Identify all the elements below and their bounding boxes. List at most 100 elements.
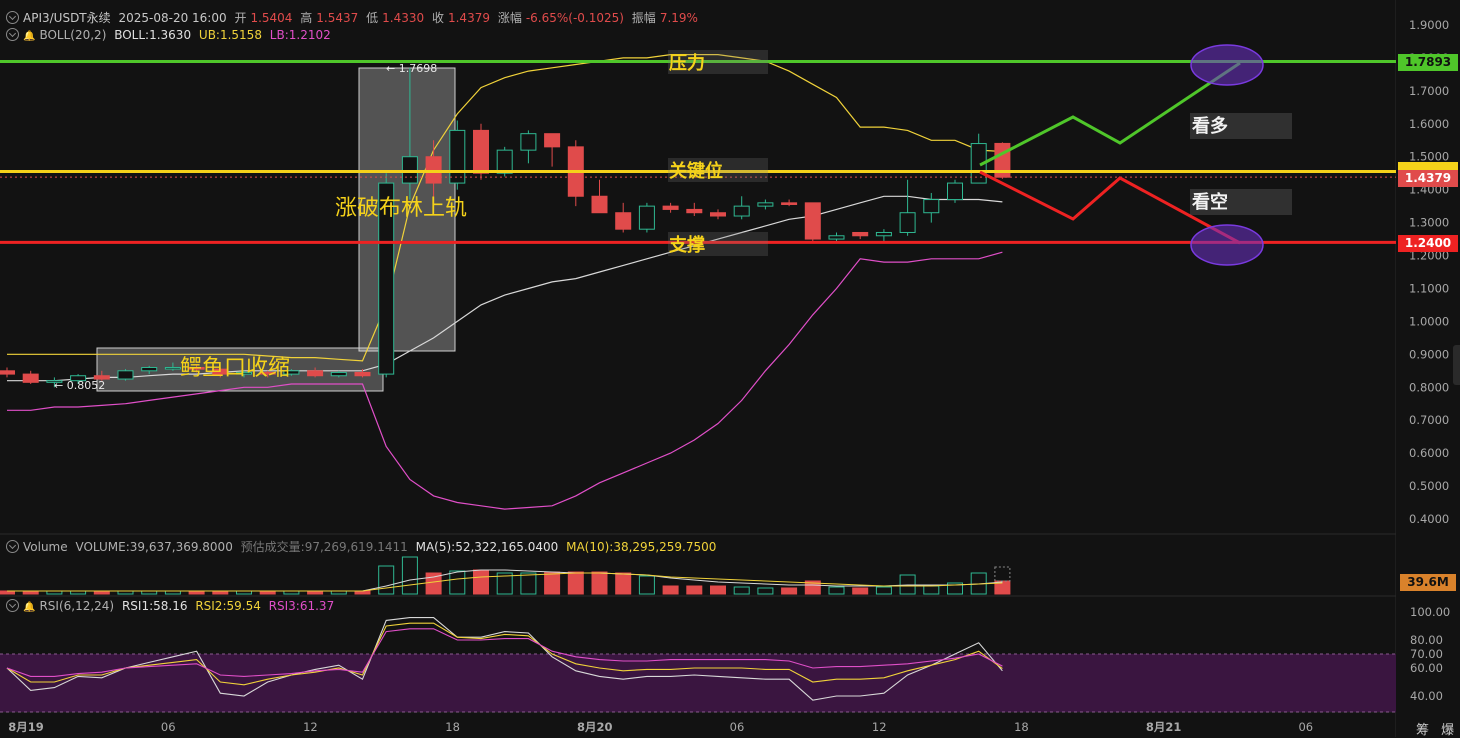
rsi-band (0, 654, 1396, 712)
pair-name: API3/USDT永续 (23, 11, 111, 25)
close-value: 1.4379 (447, 11, 490, 25)
liquidation-button[interactable]: 爆 (1441, 723, 1454, 738)
candle-body (117, 370, 134, 380)
target-ellipse-top (1190, 44, 1264, 86)
candle-body (852, 231, 869, 237)
volume-bar (449, 570, 466, 595)
volume-bar (401, 556, 418, 595)
level-label: 压力 (669, 53, 705, 74)
candle-body (520, 133, 537, 151)
candle-body (686, 208, 703, 214)
candle-body (899, 212, 916, 233)
target-ellipse-bottom (1190, 224, 1264, 266)
boll-name: BOLL(20,2) (39, 28, 107, 42)
volume-bar (544, 571, 561, 595)
amplitude-value: 7.19% (659, 11, 698, 25)
bell-icon[interactable]: 🔔 (23, 31, 35, 42)
key-level-tag-top (1398, 162, 1458, 170)
high-marker: ← 1.7698 (386, 62, 437, 75)
candle-body (615, 212, 632, 230)
boll-lb-value: LB:1.2102 (269, 28, 331, 42)
candle-body (710, 212, 726, 217)
volume-ma10: MA(10):38,295,259.7500 (566, 540, 717, 554)
volume-bar (875, 586, 892, 595)
volume-header: Volume VOLUME:39,637,369.8000 预估成交量:97,2… (6, 538, 720, 555)
candle-body (828, 235, 845, 240)
level-label: 关键位 (669, 160, 723, 182)
volume-bar (757, 587, 774, 595)
boll-ub-value: UB:1.5158 (198, 28, 262, 42)
price-axis-panel[interactable] (1396, 0, 1460, 737)
candle-body (662, 205, 679, 210)
change-label: 涨幅 (497, 11, 522, 25)
candle-body (591, 195, 608, 214)
volume-bar (781, 587, 798, 595)
level-label: 支撑 (668, 234, 705, 256)
bear-label: 看空 (1191, 191, 1228, 213)
candle-body (804, 202, 821, 240)
candle-body (544, 133, 561, 148)
volume-estimate-bar (994, 566, 1011, 582)
candle-body (757, 202, 774, 207)
close-label: 收 (431, 11, 444, 25)
volume-bar (520, 572, 537, 595)
volume-bar (662, 585, 679, 595)
volume-bar (828, 586, 845, 595)
candle-body (425, 156, 442, 184)
visibility-eye-icon[interactable] (6, 540, 19, 553)
candle-body (307, 370, 324, 377)
trading-chart: 压力关键位支撑 看多看空 涨破布林上轨鳄鱼口收缩 ← 1.7698 ← 0.8052 (0, 0, 1397, 737)
visibility-eye-icon[interactable] (6, 28, 19, 41)
candle-body (0, 370, 15, 375)
candle-body (141, 367, 158, 372)
bell-icon[interactable]: 🔔 (23, 602, 35, 613)
main-header: API3/USDT永续 2025-08-20 16:00 开 1.5404 高 1.… (6, 9, 702, 26)
candle-body (947, 182, 963, 201)
bull-label: 看多 (1191, 115, 1228, 137)
volume-bar (378, 565, 395, 595)
visibility-eye-icon[interactable] (6, 599, 19, 612)
breakout-annotation: 涨破布林上轨 (335, 196, 467, 221)
rsi1-value: RSI1:58.16 (121, 599, 188, 613)
volume-bar (615, 572, 632, 595)
open-value: 1.5404 (250, 11, 293, 25)
candle-body (781, 202, 798, 205)
candle-body (401, 156, 418, 184)
bar-time: 2025-08-20 16:00 (118, 11, 227, 25)
volume-price-tag: 39.6M (1400, 574, 1456, 591)
volume-estimate: 预估成交量:97,269,619.1411 (240, 540, 408, 554)
corner-buttons: 筹 爆 (1416, 719, 1454, 738)
boll-upper-band (7, 53, 1003, 362)
boll-header: 🔔 BOLL(20,2) BOLL:1.3630 UB:1.5158 LB:1.2… (6, 28, 335, 42)
volume-bar (473, 569, 489, 595)
volume-bar (923, 585, 940, 595)
candle-body (875, 231, 892, 237)
last-price-tag: 1.4379 (1398, 170, 1458, 187)
volume-bar (686, 585, 703, 595)
candle-body (733, 205, 750, 217)
support-price-tag: 1.2400 (1398, 235, 1458, 252)
rsi-name: RSI(6,12,24) (39, 599, 115, 613)
squeeze-annotation: 鳄鱼口收缩 (180, 356, 290, 381)
chips-button[interactable]: 筹 (1416, 723, 1429, 738)
resistance-price-tag: 1.7893 (1398, 54, 1458, 71)
amplitude-label: 振幅 (631, 11, 656, 25)
volume-bar (567, 571, 584, 595)
expand-handle[interactable] (1453, 345, 1460, 385)
candle-body (496, 149, 513, 174)
low-value: 1.4330 (382, 11, 425, 25)
volume-bar (591, 571, 608, 595)
candle-body (354, 371, 371, 377)
rsi3-value: RSI3:61.37 (268, 599, 335, 613)
candle-body (164, 367, 181, 370)
candle-body (22, 373, 39, 383)
change-value: -6.65%(-0.1025) (525, 11, 624, 25)
volume-bar (852, 587, 869, 595)
volume-ma5: MA(5):52,322,165.0400 (415, 540, 559, 554)
low-marker: ← 0.8052 (54, 379, 105, 392)
volume-bar (710, 585, 726, 595)
visibility-eye-icon[interactable] (6, 11, 19, 24)
candle-body (449, 129, 466, 184)
rsi-header: 🔔 RSI(6,12,24) RSI1:58.16 RSI2:59.54 RSI3… (6, 599, 338, 613)
volume-bar (733, 586, 750, 595)
